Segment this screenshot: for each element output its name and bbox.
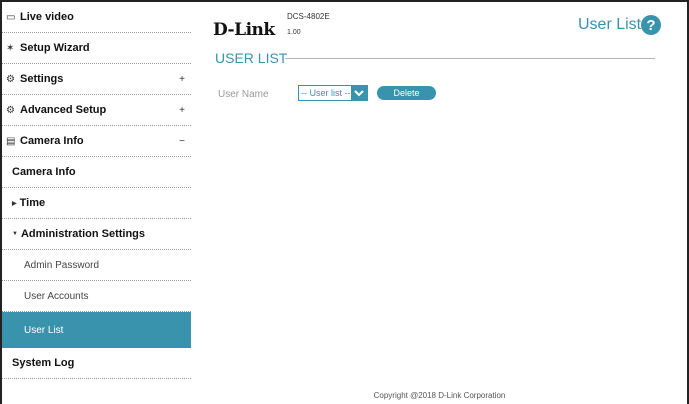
sidebar-item-advanced-setup[interactable]: ⚙ Advanced Setup + xyxy=(2,95,191,126)
video-icon: ▭ xyxy=(6,11,16,23)
firmware-version: 1.00 xyxy=(287,29,301,36)
sidebar-item-label: User List xyxy=(24,324,64,336)
sidebar-item-camera-info-group[interactable]: ▤ Camera Info − xyxy=(2,126,191,157)
sidebar-item-user-accounts[interactable]: User Accounts xyxy=(2,281,191,312)
sidebar-item-label: User Accounts xyxy=(24,290,89,302)
section-divider xyxy=(285,58,655,59)
sidebar-item-setup-wizard[interactable]: ✶ Setup Wizard xyxy=(2,33,191,64)
document-icon: ▤ xyxy=(6,135,16,147)
sidebar-item-user-list[interactable]: User List xyxy=(2,312,191,348)
sidebar-item-camera-info[interactable]: Camera Info xyxy=(2,157,191,188)
gear-icon: ⚙ xyxy=(6,73,15,85)
sidebar-item-label: Time xyxy=(19,197,46,209)
sidebar-item-system-log[interactable]: System Log xyxy=(2,348,191,379)
wizard-icon: ✶ xyxy=(6,42,15,54)
collapse-toggle[interactable]: − xyxy=(173,136,191,147)
sidebar-item-administration-settings[interactable]: ▼ Administration Settings xyxy=(2,219,191,250)
sidebar-item-label: Camera Info xyxy=(20,135,84,147)
footer-copyright: Copyright @2018 D-Link Corporation xyxy=(373,391,506,400)
advanced-gear-icon: ⚙ xyxy=(6,104,15,116)
sidebar: ▭ Live video ✶ Setup Wizard ⚙ Settings +… xyxy=(2,2,191,404)
sidebar-item-admin-password[interactable]: Admin Password xyxy=(2,250,191,281)
user-name-label: User Name xyxy=(218,89,269,100)
model-name: DCS-4802E xyxy=(287,12,330,21)
sidebar-item-time[interactable]: ▶ Time xyxy=(2,188,191,219)
help-icon[interactable]: ? xyxy=(641,15,661,35)
user-list-select-value: -- User list -- xyxy=(301,88,351,98)
sidebar-item-settings[interactable]: ⚙ Settings + xyxy=(2,64,191,95)
delete-button[interactable]: Delete xyxy=(377,86,436,100)
section-title: USER LIST xyxy=(215,50,288,66)
caret-down-icon: ▼ xyxy=(12,231,18,237)
user-list-select[interactable]: -- User list -- xyxy=(298,85,368,101)
sidebar-item-label: Advanced Setup xyxy=(20,104,107,116)
sidebar-item-label: Admin Password xyxy=(24,259,100,271)
chevron-down-icon[interactable] xyxy=(351,86,367,100)
dlink-logo: D-Link xyxy=(213,20,275,40)
sidebar-item-label: Settings xyxy=(20,73,64,85)
sidebar-item-label: Live video xyxy=(20,11,74,23)
caret-right-icon: ▶ xyxy=(12,200,17,207)
page-title: User List xyxy=(578,16,642,33)
sidebar-item-label: Administration Settings xyxy=(20,228,146,240)
sidebar-item-live-video[interactable]: ▭ Live video xyxy=(2,2,191,33)
sidebar-item-label: System Log xyxy=(12,357,75,369)
sidebar-item-label: Camera Info xyxy=(12,166,76,178)
expand-toggle[interactable]: + xyxy=(173,74,191,85)
expand-toggle[interactable]: + xyxy=(173,105,191,116)
sidebar-item-label: Setup Wizard xyxy=(20,42,90,54)
